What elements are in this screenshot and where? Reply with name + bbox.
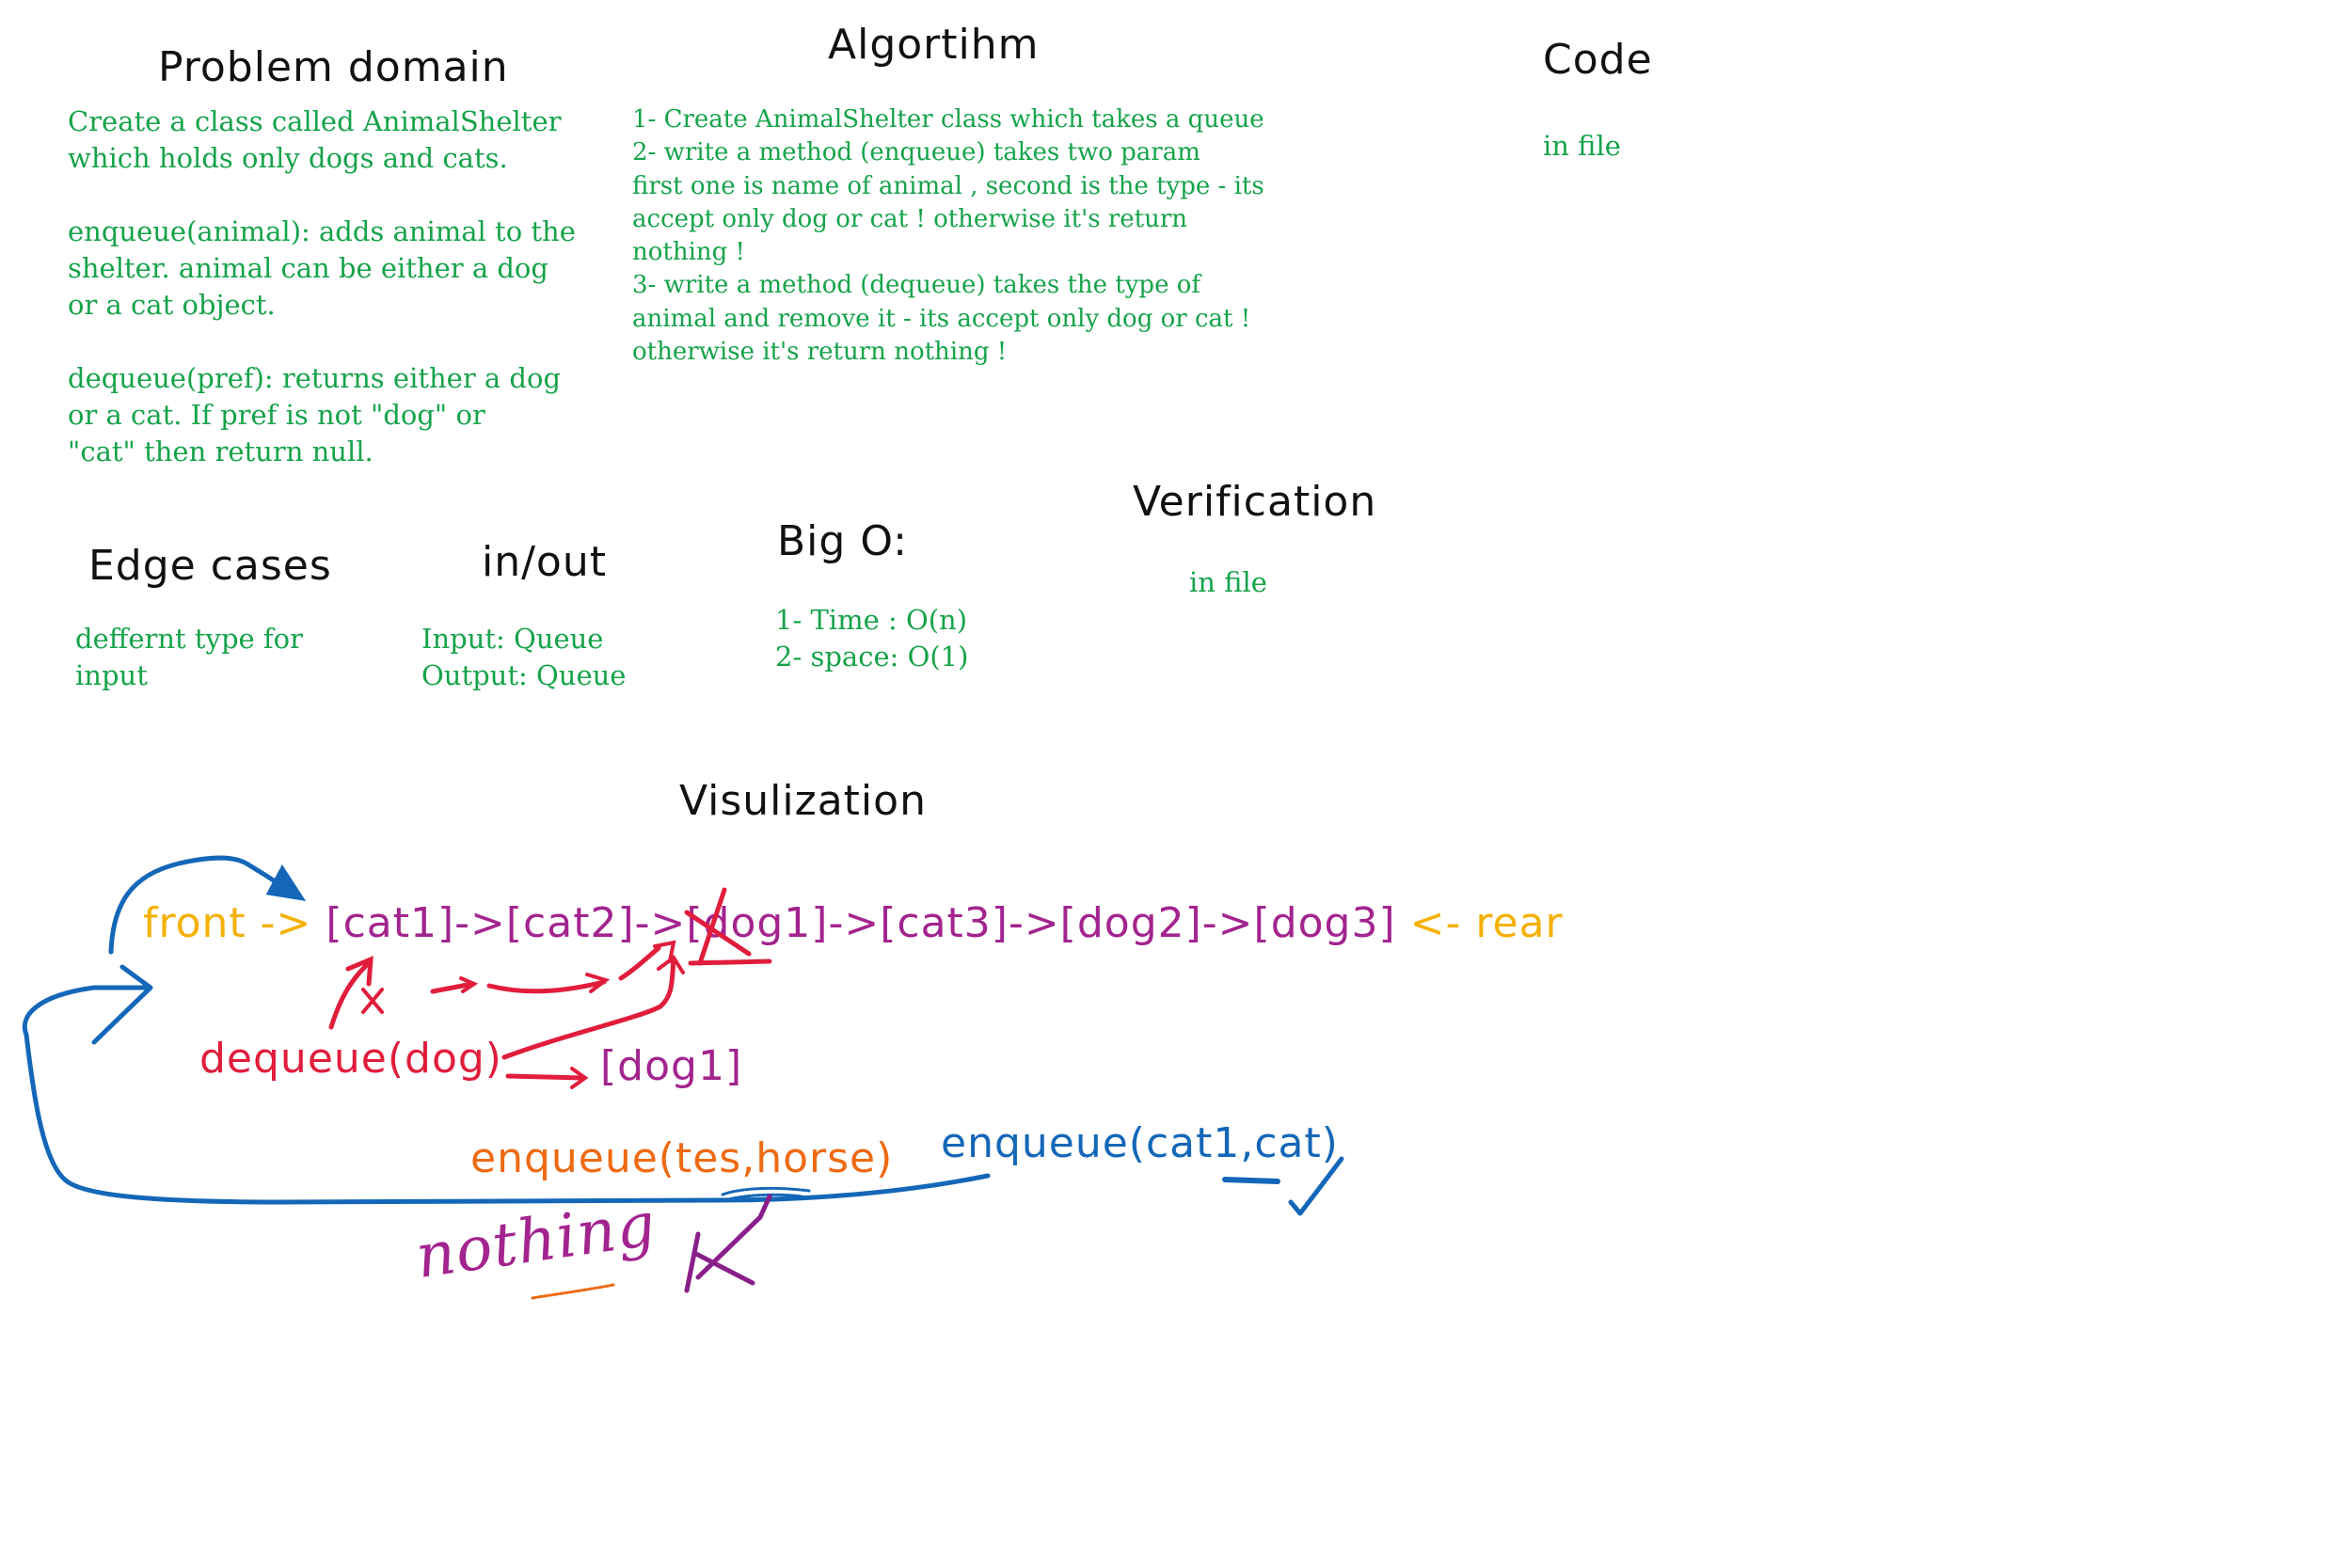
dequeue-result-arrow (505, 1073, 586, 1081)
nothing-underline (531, 1283, 615, 1300)
front-arc (108, 855, 287, 955)
invalid-arrow (695, 1194, 772, 1280)
enqueue-type-underline (1222, 1177, 1280, 1184)
dequeue-arrow-dog1 (618, 945, 661, 981)
invalid-x (684, 1231, 755, 1293)
front-arc-triangle (265, 864, 307, 902)
check-mark (1288, 1156, 1344, 1216)
enqueue-return-arrowhead (91, 964, 153, 1045)
enqueue-return-path (22, 985, 991, 1205)
strike-dog1 (684, 887, 752, 966)
strike-underline (688, 958, 772, 966)
reject-mark-cat1 (361, 988, 384, 1014)
dequeue-step-2 (486, 979, 607, 994)
hand-drawn-strokes (22, 855, 1344, 1300)
